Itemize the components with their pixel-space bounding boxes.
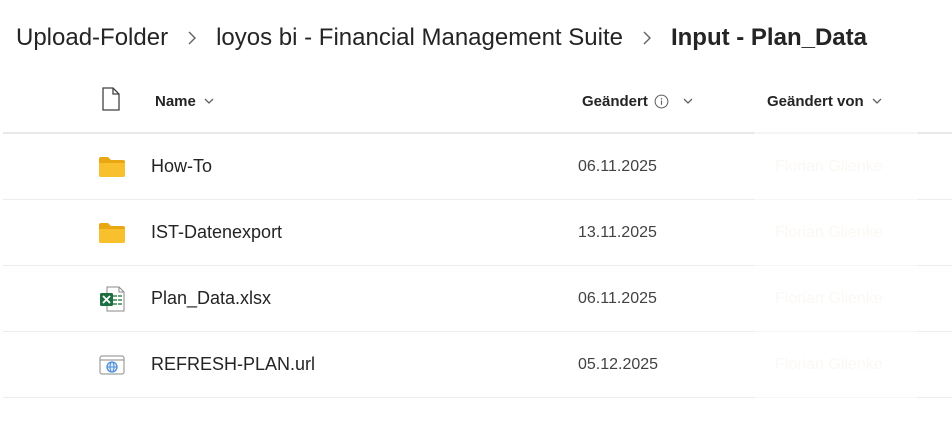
chevron-right-icon — [168, 30, 216, 46]
list-item[interactable]: Plan_Data.xlsx 06.11.2025 Florian Glienk… — [3, 266, 952, 332]
list-item[interactable]: REFRESH-PLAN.url 05.12.2025 Florian Glie… — [3, 332, 952, 398]
file-name[interactable]: How-To — [151, 134, 212, 199]
modified-column-label: Geändert — [582, 92, 648, 110]
file-name[interactable]: IST-Datenexport — [151, 200, 282, 265]
name-column-label: Name — [155, 92, 196, 110]
list-item[interactable]: How-To 06.11.2025 Florian Glienke — [3, 134, 952, 200]
modified-date: 13.11.2025 — [578, 223, 657, 241]
modified-by: Florian Glienke — [775, 289, 883, 307]
url-file-icon — [97, 332, 127, 397]
breadcrumb-item-current: Input - Plan_Data — [670, 24, 867, 51]
modified-by-column-label: Geändert von — [767, 92, 864, 110]
modified-by: Florian Glienke — [775, 223, 883, 241]
modified-date: 06.11.2025 — [578, 157, 657, 175]
file-type-column-header[interactable] — [101, 70, 121, 132]
breadcrumb: Upload-Folder loyos bi - Financial Manag… — [16, 18, 867, 58]
chevron-down-icon — [872, 98, 882, 105]
excel-file-icon — [97, 266, 127, 331]
name-column-header[interactable]: Name — [155, 70, 214, 132]
file-list-header: Name Geändert Geändert von — [3, 70, 952, 134]
chevron-down-icon — [683, 98, 693, 105]
modified-column-header[interactable]: Geändert — [582, 70, 693, 132]
file-name[interactable]: Plan_Data.xlsx — [151, 266, 271, 331]
info-icon[interactable] — [654, 94, 669, 109]
chevron-right-icon — [623, 30, 671, 46]
modified-by: Florian Glienke — [775, 157, 883, 175]
breadcrumb-item-upload-folder[interactable]: Upload-Folder — [16, 24, 168, 52]
chevron-down-icon — [204, 98, 214, 105]
breadcrumb-item-suite[interactable]: loyos bi - Financial Management Suite — [216, 24, 623, 52]
modified-by: Florian Glienke — [775, 355, 883, 373]
folder-icon — [97, 200, 127, 265]
modified-date: 06.11.2025 — [578, 289, 657, 307]
document-icon — [101, 87, 121, 115]
modified-date: 05.12.2025 — [578, 355, 659, 373]
file-list: Name Geändert Geändert von How-To 06.11.… — [3, 70, 952, 398]
folder-icon — [97, 134, 127, 199]
modified-by-column-header[interactable]: Geändert von — [767, 70, 882, 132]
list-item[interactable]: IST-Datenexport 13.11.2025 Florian Glien… — [3, 200, 952, 266]
file-name[interactable]: REFRESH-PLAN.url — [151, 332, 315, 397]
